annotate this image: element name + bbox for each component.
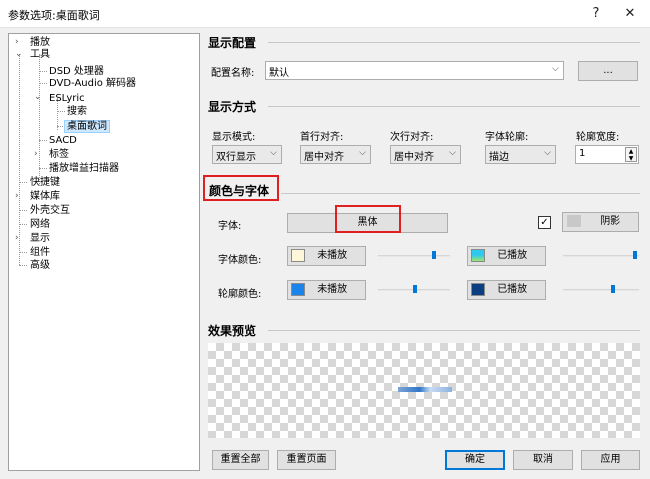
tree-item-desktop-lyric[interactable]: 桌面歌词 [64, 120, 110, 133]
section-divider [268, 330, 640, 331]
reset-all-button[interactable]: 重置全部 [212, 450, 269, 470]
preview-lyric-text [398, 387, 452, 392]
tree-item-dsd[interactable]: DSD 处理器 [49, 66, 104, 77]
expand-icon[interactable]: › [15, 191, 19, 202]
second-line-align-label: 次行对齐: [390, 132, 434, 143]
tree-item-dvd-audio[interactable]: DVD-Audio 解码器 [49, 78, 136, 89]
lyric-preview [208, 343, 640, 438]
config-more-button[interactable]: ... [578, 61, 638, 81]
tree-item-eslyric[interactable]: ESLyric [49, 93, 85, 104]
font-unplayed-color-button[interactable]: 未播放 [287, 246, 366, 266]
tree-item-advanced[interactable]: 高级 [30, 260, 50, 271]
first-line-align-select[interactable]: 居中对齐 ⌵ [300, 145, 371, 164]
slider-thumb[interactable] [432, 251, 436, 259]
shadow-button[interactable]: 阴影 [562, 212, 639, 232]
tree-item-shell[interactable]: 外壳交互 [30, 205, 70, 216]
slider-thumb[interactable] [611, 285, 615, 293]
collapse-icon[interactable]: ⌄ [34, 92, 42, 103]
ok-button[interactable]: 确定 [445, 450, 505, 470]
preview-heading: 效果预览 [208, 324, 257, 338]
tree-item-shortcuts[interactable]: 快捷键 [30, 177, 60, 188]
slider-thumb[interactable] [633, 251, 637, 259]
tree-item-tags[interactable]: 标签 [49, 149, 69, 160]
tree-item-display[interactable]: 显示 [30, 233, 50, 244]
outline-played-color-button[interactable]: 已播放 [467, 280, 546, 300]
tree-item-play[interactable]: 播放 [30, 37, 50, 48]
chevron-down-icon: ⌵ [449, 148, 456, 158]
cancel-button[interactable]: 取消 [513, 450, 573, 470]
chevron-down-icon: ⌵ [552, 64, 559, 74]
display-mode-select[interactable]: 双行显示 ⌵ [212, 145, 282, 164]
tree-item-tools[interactable]: 工具 [30, 49, 50, 60]
apply-button[interactable]: 应用 [581, 450, 640, 470]
color-swatch [291, 248, 305, 262]
window-title: 参数选项:桌面歌词 [8, 9, 100, 22]
font-unplayed-opacity-slider[interactable] [378, 255, 450, 257]
outline-played-opacity-slider[interactable] [563, 289, 639, 291]
expand-icon[interactable]: › [34, 149, 38, 160]
slider-thumb[interactable] [413, 285, 417, 293]
font-played-color-button[interactable]: 已播放 [467, 246, 546, 266]
display-mode-label: 显示模式: [212, 132, 256, 143]
display-config-heading: 显示配置 [208, 36, 257, 50]
config-name-value: 默认 [269, 68, 289, 79]
close-icon[interactable]: ✕ [620, 4, 640, 24]
help-button[interactable]: ? [586, 4, 606, 24]
chevron-down-icon: ⌵ [270, 148, 277, 158]
outline-unplayed-color-button[interactable]: 未播放 [287, 280, 366, 300]
first-line-align-label: 首行对齐: [300, 132, 344, 143]
tree-item-media-library[interactable]: 媒体库 [30, 191, 60, 202]
font-outline-select[interactable]: 描边 ⌵ [485, 145, 556, 164]
outline-width-label: 轮廓宽度: [576, 132, 620, 143]
expand-icon[interactable]: › [15, 233, 19, 244]
display-mode-heading: 显示方式 [208, 100, 257, 114]
title-bar: 参数选项:桌面歌词 ? ✕ [0, 0, 650, 28]
tree-item-network[interactable]: 网络 [30, 219, 50, 230]
color-swatch [471, 248, 485, 262]
section-divider [281, 193, 640, 194]
outline-color-label: 轮廓颜色: [218, 289, 262, 300]
tree-item-search[interactable]: 搜索 [67, 106, 87, 117]
second-line-align-select[interactable]: 居中对齐 ⌵ [390, 145, 461, 164]
font-color-label: 字体颜色: [218, 255, 262, 266]
font-outline-label: 字体轮廓: [485, 132, 529, 143]
shadow-checkbox[interactable]: ✓ [538, 216, 551, 229]
color-font-heading: 颜色与字体 [209, 184, 270, 198]
chevron-down-icon: ⌵ [359, 148, 366, 158]
tree-item-replaygain[interactable]: 播放增益扫描器 [49, 163, 119, 174]
font-played-opacity-slider[interactable] [563, 255, 639, 257]
expand-icon[interactable]: › [15, 37, 19, 48]
shadow-swatch [567, 215, 581, 227]
config-name-label: 配置名称: [211, 68, 255, 79]
tree-item-sacd[interactable]: SACD [49, 135, 77, 146]
tree-item-components[interactable]: 组件 [30, 247, 50, 258]
highlight-box [335, 205, 401, 233]
section-divider [268, 42, 640, 43]
config-name-select[interactable]: 默认 ⌵ [265, 61, 564, 80]
outline-width-spinner[interactable]: 1 ▲ ▼ [575, 145, 639, 164]
color-swatch [471, 282, 485, 296]
collapse-icon[interactable]: ⌄ [15, 49, 23, 60]
reset-page-button[interactable]: 重置页面 [277, 450, 336, 470]
color-swatch [291, 282, 305, 296]
spinner-arrows-icon[interactable]: ▲ ▼ [625, 147, 637, 162]
font-label: 字体: [218, 221, 242, 232]
settings-tree[interactable]: › 播放 ⌄ 工具 DSD 处理器 DVD-Audio 解码器 ⌄ ESLyri… [8, 33, 200, 471]
section-divider [268, 106, 640, 107]
chevron-down-icon: ⌵ [544, 148, 551, 158]
